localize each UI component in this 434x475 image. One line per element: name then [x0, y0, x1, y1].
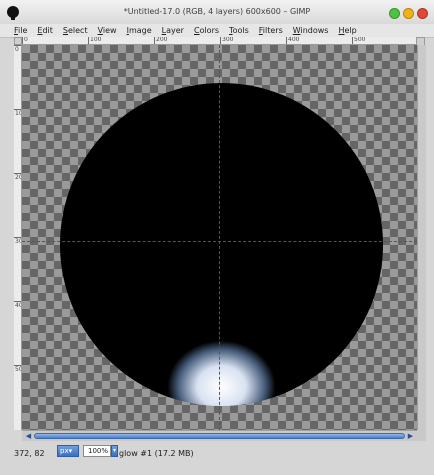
image-canvas[interactable]	[22, 45, 417, 430]
ruler-label: 0	[15, 46, 19, 53]
ruler-label: 500	[354, 37, 366, 43]
minimize-button[interactable]	[403, 8, 414, 19]
ruler-label: 200	[15, 174, 21, 181]
ruler-label: 200	[156, 37, 168, 43]
layer-info: glow #1 (17.2 MB)	[119, 449, 194, 458]
ruler-tick	[220, 37, 221, 44]
status-bar: 372, 82 px▾ 100% ▾ glow #1 (17.2 MB)	[0, 441, 434, 475]
ruler-label: 100	[90, 37, 102, 43]
ruler-tick	[154, 37, 155, 44]
ruler-label: 300	[222, 37, 234, 43]
ruler-tick	[352, 37, 353, 44]
ruler-tick	[286, 37, 287, 44]
ruler-label: 0	[24, 37, 28, 43]
unit-dropdown[interactable]: px▾	[57, 445, 79, 457]
horizontal-ruler[interactable]: 0 100 200 300 400 500	[22, 37, 417, 45]
title-bar: *Untitled-17.0 (RGB, 4 layers) 600x600 –…	[0, 0, 434, 25]
ruler-label: 400	[288, 37, 300, 43]
menu-view[interactable]: View	[98, 26, 117, 35]
menu-file[interactable]: File	[14, 26, 27, 35]
horizontal-guide[interactable]	[22, 241, 417, 242]
quick-mask-toggle[interactable]	[14, 37, 22, 45]
ruler-label: 300	[15, 238, 21, 245]
scroll-thumb[interactable]	[34, 433, 405, 439]
zoom-field[interactable]: 100%	[83, 445, 111, 457]
window-title: *Untitled-17.0 (RGB, 4 layers) 600x600 –…	[123, 7, 311, 16]
horizontal-scrollbar[interactable]: ◀ ▶	[22, 430, 417, 441]
zoom-dropdown-icon[interactable]: ▾	[111, 445, 118, 457]
scroll-left-icon[interactable]: ◀	[24, 432, 33, 440]
vertical-guide[interactable]	[219, 45, 220, 430]
menu-help[interactable]: Help	[338, 26, 356, 35]
zoom-grip[interactable]	[417, 430, 426, 441]
ruler-label: 400	[15, 302, 21, 309]
ruler-tick	[22, 37, 23, 44]
close-button[interactable]	[417, 8, 428, 19]
menu-bar: File Edit Select View Image Layer Colors…	[0, 24, 434, 38]
chevron-down-icon: ▾	[68, 447, 73, 455]
menu-layer[interactable]: Layer	[162, 26, 184, 35]
vertical-scrollbar[interactable]	[417, 45, 426, 430]
maximize-button[interactable]	[389, 8, 400, 19]
vertical-ruler[interactable]: 0 100 200 300 400 500	[14, 45, 22, 430]
menu-tools[interactable]: Tools	[229, 26, 249, 35]
menu-edit[interactable]: Edit	[37, 26, 53, 35]
unit-label: px	[60, 447, 69, 455]
menu-colors[interactable]: Colors	[194, 26, 219, 35]
menu-filters[interactable]: Filters	[259, 26, 283, 35]
menu-image[interactable]: Image	[127, 26, 152, 35]
ruler-label: 500	[15, 366, 21, 373]
menu-windows[interactable]: Windows	[293, 26, 329, 35]
ruler-tick	[88, 37, 89, 44]
scroll-right-icon[interactable]: ▶	[406, 432, 415, 440]
pointer-coordinates: 372, 82	[14, 449, 45, 458]
glowing-orb	[60, 83, 383, 406]
ruler-label: 100	[15, 110, 21, 117]
menu-select[interactable]: Select	[63, 26, 88, 35]
